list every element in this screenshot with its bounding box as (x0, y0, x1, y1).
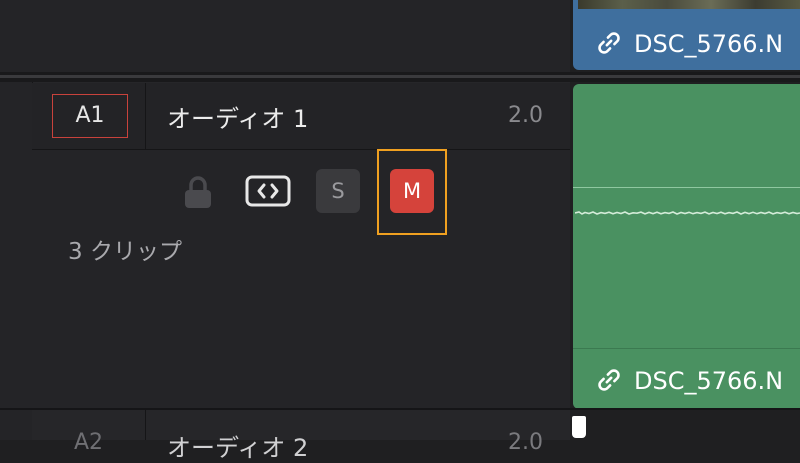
column-separator (145, 410, 146, 440)
track-name[interactable]: オーディオ 1 (167, 99, 308, 134)
next-track-name[interactable]: オーディオ 2 (167, 428, 308, 463)
audio-waveform (575, 211, 800, 215)
clip-edge-marker[interactable] (572, 416, 586, 438)
next-channel-format: 2.0 (508, 430, 543, 455)
video-clip-name: DSC_5766.N (634, 30, 784, 58)
audio-clip-name: DSC_5766.N (634, 367, 784, 395)
solo-button[interactable]: S (316, 169, 360, 213)
video-clip-label: DSC_5766.N (596, 30, 783, 58)
link-icon (598, 32, 620, 54)
column-separator (145, 83, 146, 149)
track-id-badge[interactable]: A1 (52, 94, 128, 138)
auto-select-icon[interactable] (245, 174, 291, 208)
track-gutter (0, 0, 33, 440)
video-clip-thumbnail (578, 0, 800, 9)
next-track-id[interactable]: A2 (74, 430, 103, 455)
audio-clip-label: DSC_5766.N (596, 367, 783, 395)
track-type-separator-line (0, 75, 800, 78)
video-track-header (32, 0, 570, 72)
mute-button[interactable]: M (390, 169, 434, 213)
link-icon (598, 369, 620, 391)
channel-format: 2.0 (508, 103, 543, 128)
clip-center-line (573, 187, 800, 188)
lock-icon[interactable] (183, 175, 213, 209)
clip-count: 3 クリップ (68, 239, 182, 265)
